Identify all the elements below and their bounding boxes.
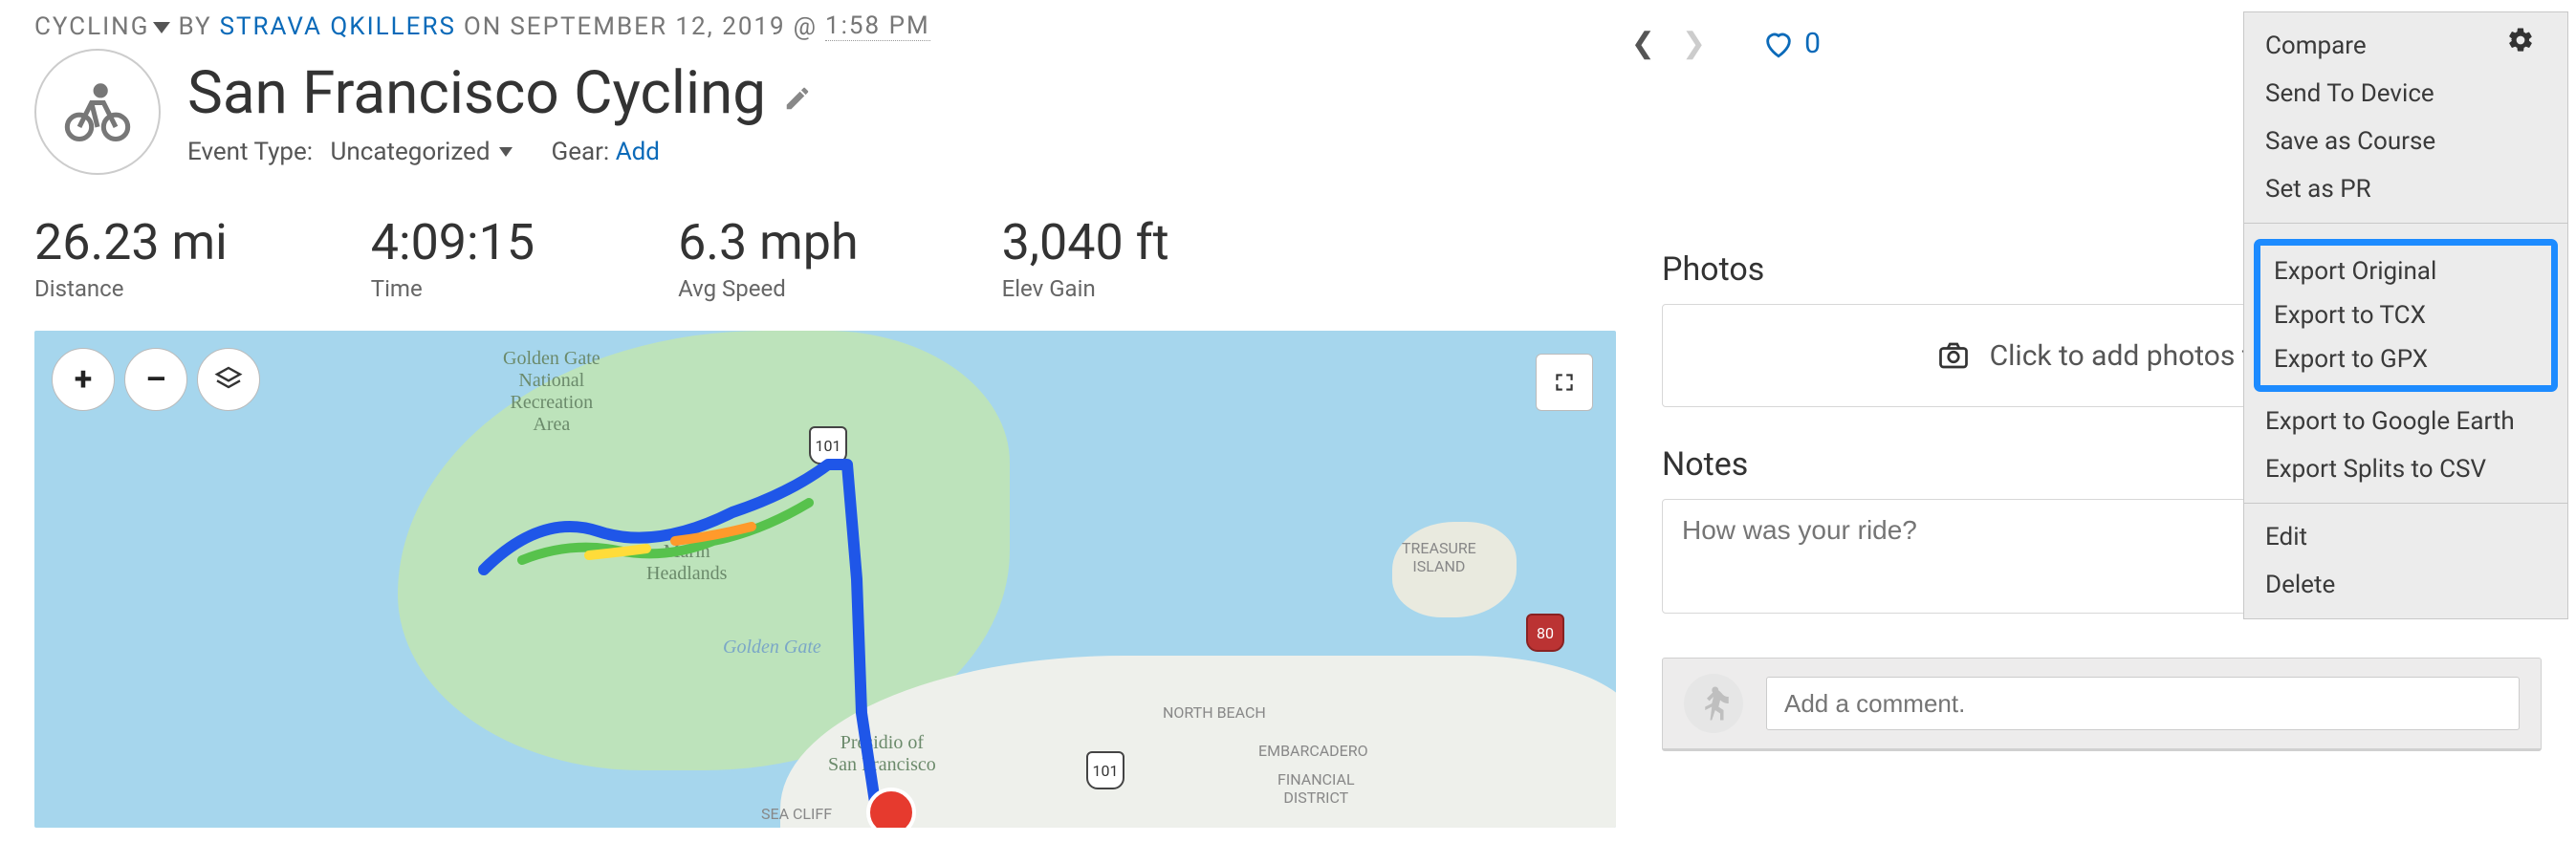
photos-cta-label: Click to add photos to — [1990, 339, 2268, 373]
page-title: San Francisco Cycling — [187, 58, 812, 128]
comment-bar — [1662, 658, 2542, 751]
edit-title-icon[interactable] — [783, 58, 812, 128]
comment-input[interactable] — [1766, 677, 2520, 730]
add-gear-link[interactable]: Add — [616, 138, 660, 166]
map-label-sea-cliff: SEA CLIFF — [761, 805, 832, 823]
menu-item-delete[interactable]: Delete — [2244, 561, 2567, 609]
activity-cycling-icon — [34, 49, 161, 175]
menu-item-export-original[interactable]: Export Original — [2260, 249, 2551, 293]
chevron-down-icon — [153, 22, 170, 33]
map-label-treasure: TREASURE ISLAND — [1402, 539, 1476, 575]
map-label-financial: FINANCIAL DISTRICT — [1277, 770, 1355, 807]
map-fullscreen-button[interactable] — [1536, 354, 1593, 411]
menu-item-set-as-pr[interactable]: Set as PR — [2244, 165, 2567, 213]
gear-label: Gear: — [551, 138, 609, 166]
like-button[interactable]: 0 — [1762, 27, 1821, 60]
map-view[interactable]: Golden Gate National Recreation Area Mar… — [34, 331, 1616, 828]
next-activity-button[interactable]: ❯ — [1682, 27, 1706, 60]
map-hwy-80-shield: 80 — [1526, 614, 1564, 652]
menu-item-export-splits-csv[interactable]: Export Splits to CSV — [2244, 445, 2567, 493]
map-hwy-101-shield: 101 — [1086, 751, 1124, 789]
map-layers-button[interactable] — [197, 348, 260, 411]
chevron-down-icon — [499, 147, 513, 157]
like-count: 0 — [1804, 27, 1821, 60]
breadcrumb: CYCLING BY STRAVA QKILLERS ON SEPTEMBER … — [34, 11, 1616, 41]
stat-avg-speed: 6.3 mph Avg Speed — [678, 213, 859, 302]
on-label: ON — [464, 12, 502, 41]
stat-distance: 26.23 mi Distance — [34, 213, 228, 302]
event-type-dropdown[interactable]: Event Type: Uncategorized — [187, 138, 513, 166]
menu-item-export-tcx[interactable]: Export to TCX — [2260, 293, 2551, 337]
map-zoom-out-button[interactable]: – — [124, 348, 187, 411]
runner-icon — [1684, 674, 1743, 733]
stat-elev-gain: 3,040 ft Elev Gain — [1002, 213, 1169, 302]
map-label-embarcadero: EMBARCADERO — [1258, 742, 1368, 760]
activity-type-dropdown[interactable]: CYCLING — [34, 12, 170, 41]
activity-date: SEPTEMBER 12, 2019 — [510, 12, 785, 41]
map-label-marin: Marin Headlands — [646, 541, 727, 585]
settings-dropdown: Compare Send To Device Save as Course Se… — [2243, 11, 2568, 619]
map-label-presidio: Presidio of San Francisco — [828, 732, 936, 776]
activity-time[interactable]: 1:58 PM — [825, 11, 930, 41]
stat-time: 4:09:15 Time — [371, 213, 535, 302]
map-label-north-beach: NORTH BEACH — [1163, 703, 1266, 722]
author-link[interactable]: STRAVA QKILLERS — [220, 12, 456, 41]
map-zoom-in-button[interactable]: + — [52, 348, 115, 411]
by-label: BY — [178, 12, 211, 41]
menu-item-edit[interactable]: Edit — [2244, 513, 2567, 561]
menu-item-send-to-device[interactable]: Send To Device — [2244, 70, 2567, 118]
stats-row: 26.23 mi Distance 4:09:15 Time 6.3 mph A… — [34, 213, 1616, 302]
menu-item-export-gpx[interactable]: Export to GPX — [2260, 337, 2551, 381]
settings-gear-button[interactable] — [2500, 19, 2542, 61]
highlighted-export-group: Export Original Export to TCX Export to … — [2254, 239, 2558, 392]
menu-item-save-as-course[interactable]: Save as Course — [2244, 118, 2567, 165]
map-label-ggra: Golden Gate National Recreation Area — [503, 348, 600, 436]
map-label-golden-gate: Golden Gate — [723, 637, 821, 659]
map-hwy-101-shield: 101 — [809, 426, 847, 464]
menu-item-export-google-earth[interactable]: Export to Google Earth — [2244, 398, 2567, 445]
prev-activity-button[interactable]: ❮ — [1631, 27, 1655, 60]
